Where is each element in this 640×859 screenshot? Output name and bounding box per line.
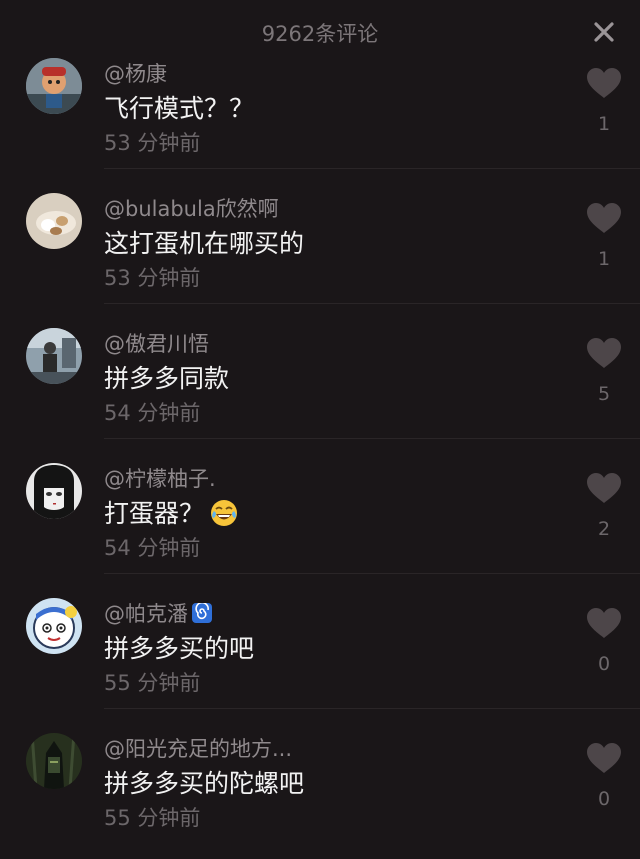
like-button[interactable] xyxy=(586,337,622,369)
comment-text: 拼多多买的陀螺吧 xyxy=(104,769,305,798)
close-icon xyxy=(594,22,614,42)
comment-text: 拼多多买的吧 xyxy=(104,634,255,663)
heart-icon xyxy=(587,338,621,368)
like-count: 1 xyxy=(597,248,611,270)
heart-icon xyxy=(587,608,621,638)
close-button[interactable] xyxy=(588,16,620,48)
comment-time: 54 分钟前 xyxy=(104,536,201,560)
like-button[interactable] xyxy=(586,607,622,639)
comment-item: @柠檬柚子. 打蛋器？ 54 分钟前 2 xyxy=(0,439,640,574)
avatar[interactable] xyxy=(26,193,82,249)
cartoon-face-avatar-icon xyxy=(26,598,82,654)
comment-username[interactable]: @柠檬柚子. xyxy=(104,463,216,493)
comment-time: 53 分钟前 xyxy=(104,131,201,155)
avatar[interactable] xyxy=(26,733,82,789)
like-count: 2 xyxy=(597,518,611,540)
comment-text: 打蛋器？ xyxy=(104,494,238,530)
heart-icon xyxy=(587,473,621,503)
comment-item: @bulabula欣然啊 这打蛋机在哪买的 53 分钟前 1 xyxy=(0,169,640,304)
comment-username[interactable]: @阳光充足的地方... xyxy=(104,733,292,763)
avatar[interactable] xyxy=(26,463,82,519)
comment-item: @帕克潘 拼多多买的吧 55 分钟前 0 xyxy=(0,574,640,709)
comment-text: 这打蛋机在哪买的 xyxy=(104,229,305,258)
comment-list[interactable]: @杨康 飞行模式？？ 53 分钟前 1 @bulabula欣然啊 这打蛋机在哪买… xyxy=(0,40,640,859)
heart-icon xyxy=(587,203,621,233)
comment-text: 飞行模式？？ xyxy=(104,94,255,123)
comment-time: 54 分钟前 xyxy=(104,401,201,425)
like-count: 0 xyxy=(597,653,611,675)
comment-username[interactable]: @bulabula欣然啊 xyxy=(104,193,279,223)
like-count: 1 xyxy=(597,113,611,135)
comment-count-title: 9262条评论 xyxy=(261,22,379,46)
laugh-cry-emoji-icon xyxy=(211,500,238,526)
comment-time: 53 分钟前 xyxy=(104,266,201,290)
comment-item: @阳光充足的地方... 拼多多买的陀螺吧 55 分钟前 0 xyxy=(0,709,640,844)
heart-icon xyxy=(587,68,621,98)
comment-item: @杨康 飞行模式？？ 53 分钟前 1 xyxy=(0,40,640,169)
avatar[interactable] xyxy=(26,328,82,384)
comment-text: 拼多多同款 xyxy=(104,364,230,393)
cartoon-figure-avatar-icon xyxy=(26,58,82,114)
like-button[interactable] xyxy=(586,202,622,234)
like-button[interactable] xyxy=(586,742,622,774)
like-button[interactable] xyxy=(586,472,622,504)
heart-icon xyxy=(587,743,621,773)
comment-username[interactable]: @傲君川悟 xyxy=(104,328,209,358)
anime-girl-avatar-icon xyxy=(26,463,82,519)
comment-username[interactable]: @帕克潘 xyxy=(104,598,212,628)
comment-time: 55 分钟前 xyxy=(104,806,201,830)
comments-header-overlay: 9262条评论 xyxy=(0,0,640,58)
like-count: 5 xyxy=(597,383,611,405)
comment-item: @傲君川悟 拼多多同款 54 分钟前 5 xyxy=(0,304,640,439)
avatar[interactable] xyxy=(26,598,82,654)
comment-text-content: 打蛋器？ xyxy=(104,499,205,528)
comment-username[interactable]: @杨康 xyxy=(104,58,167,88)
cyclone-emoji-icon xyxy=(192,603,212,623)
dark-character-avatar-icon xyxy=(26,733,82,789)
like-button[interactable] xyxy=(586,67,622,99)
comment-username-text: @帕克潘 xyxy=(104,602,188,626)
like-count: 0 xyxy=(597,788,611,810)
comment-time: 55 分钟前 xyxy=(104,671,201,695)
food-photo-avatar-icon xyxy=(26,193,82,249)
person-photo-avatar-icon xyxy=(26,328,82,384)
avatar[interactable] xyxy=(26,58,82,114)
